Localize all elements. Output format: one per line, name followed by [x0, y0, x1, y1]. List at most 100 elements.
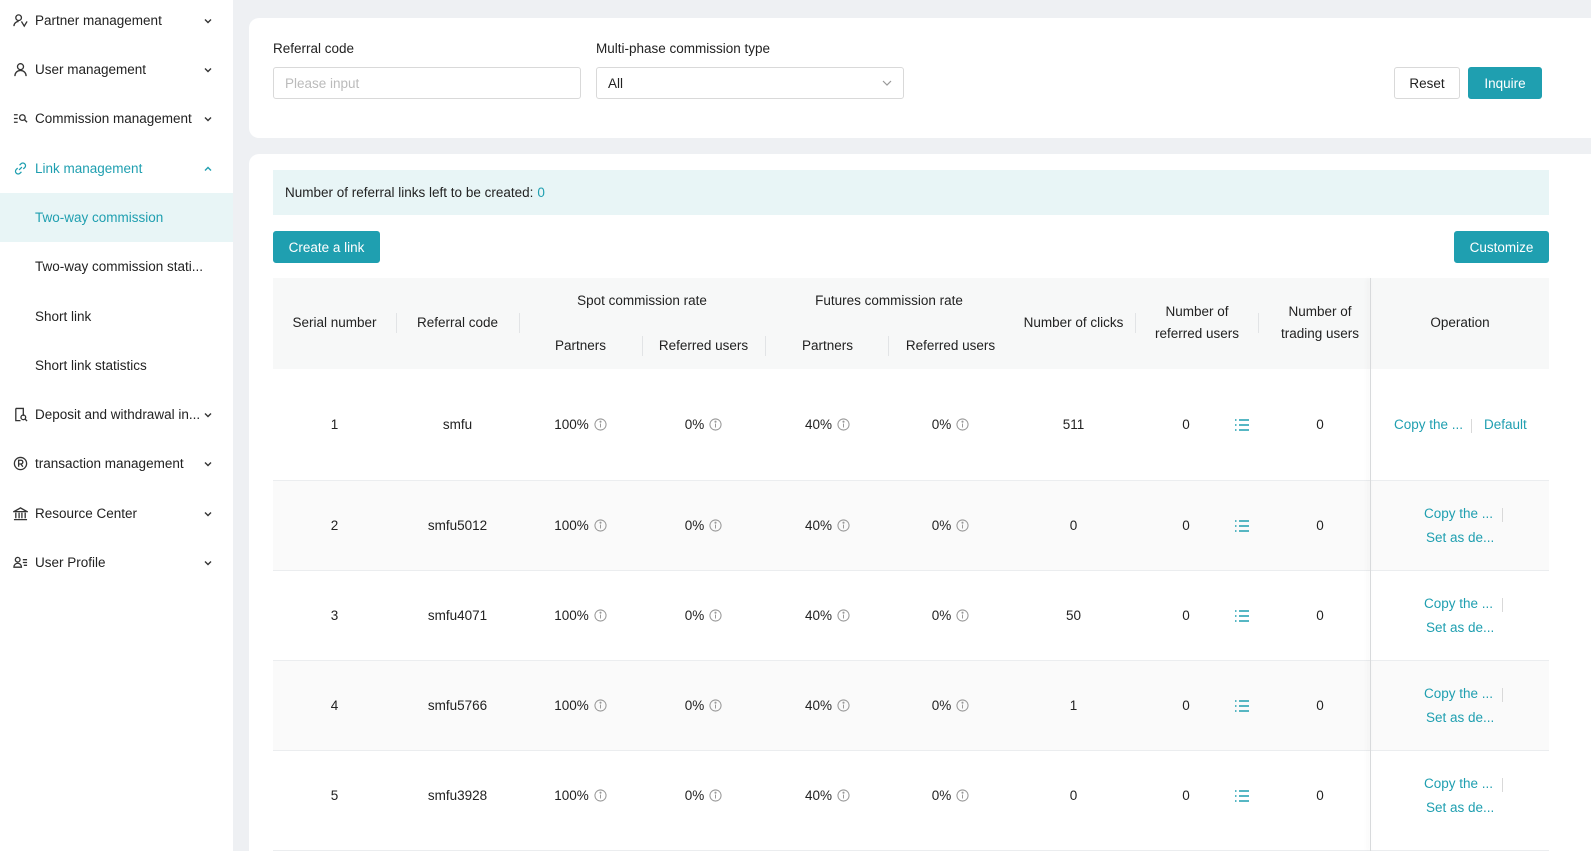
- create-link-button[interactable]: Create a link: [273, 231, 380, 263]
- sidebar-item-label: Commission management: [35, 111, 192, 126]
- sidebar-item-partner-management[interactable]: Partner management: [0, 0, 233, 45]
- futures-partners-rate-cell: 40%: [766, 788, 889, 803]
- operation-divider: [1502, 688, 1503, 702]
- user-icon: [12, 62, 28, 78]
- info-icon[interactable]: [837, 418, 850, 431]
- spot-referred-rate-value: 0%: [684, 608, 705, 623]
- header-futures-commission-rate: Futures commission rate: [815, 293, 963, 308]
- info-icon[interactable]: [594, 699, 607, 712]
- sidebar-subitem-label: Short link statistics: [35, 358, 147, 373]
- referred-users-cell: 0: [1182, 698, 1190, 713]
- sidebar-item-label: Link management: [35, 161, 143, 176]
- futures-partners-rate-value: 40%: [804, 417, 833, 432]
- spot-referred-rate-value: 0%: [684, 698, 705, 713]
- header-operation: Operation: [1430, 315, 1490, 330]
- serial-number-cell: 2: [330, 518, 339, 533]
- futures-partners-rate-cell: 40%: [766, 608, 889, 623]
- futures-referred-rate-value: 0%: [931, 698, 952, 713]
- table-row: 2 smfu5012 100% 0% 40% 0% 0 0 0 Copy the ... Set a…: [273, 481, 1549, 571]
- info-icon[interactable]: [837, 789, 850, 802]
- sidebar-item-deposit-withdrawal[interactable]: Deposit and withdrawal in...: [0, 390, 233, 439]
- sidebar-item-user-management[interactable]: User management: [0, 45, 233, 94]
- sidebar-subitem-short-link-statistics[interactable]: Short link statistics: [0, 341, 233, 390]
- reset-button[interactable]: Reset: [1394, 67, 1460, 99]
- info-icon[interactable]: [594, 519, 607, 532]
- operation-divider: [1471, 419, 1472, 433]
- info-icon[interactable]: [837, 609, 850, 622]
- info-icon[interactable]: [956, 609, 969, 622]
- sidebar-item-link-management[interactable]: Link management: [0, 144, 233, 193]
- futures-partners-rate-cell: 40%: [766, 698, 889, 713]
- referred-users-cell: 0: [1182, 518, 1190, 533]
- referral-code-input[interactable]: [273, 67, 581, 99]
- sidebar-subitem-label: Two-way commission stati...: [35, 259, 204, 274]
- info-icon[interactable]: [594, 789, 607, 802]
- sidebar-subitem-two-way-commission[interactable]: Two-way commission: [0, 193, 233, 242]
- spot-partners-rate-value: 100%: [554, 788, 589, 803]
- operation-divider: [1502, 778, 1503, 792]
- sidebar-item-user-profile[interactable]: User Profile: [0, 538, 233, 587]
- serial-number-cell: 1: [330, 417, 339, 432]
- info-icon[interactable]: [956, 699, 969, 712]
- serial-number-cell: 5: [330, 788, 339, 803]
- list-icon[interactable]: [1234, 418, 1250, 432]
- clicks-cell: 0: [1069, 518, 1078, 533]
- list-icon[interactable]: [1234, 699, 1250, 713]
- set-as-default-button[interactable]: Set as de...: [1426, 530, 1494, 545]
- spot-referred-rate-cell: 0%: [642, 788, 765, 803]
- info-icon[interactable]: [594, 609, 607, 622]
- set-as-default-button[interactable]: Set as de...: [1426, 620, 1494, 635]
- referral-code-label: Referral code: [273, 41, 355, 56]
- commission-type-select[interactable]: All: [596, 67, 904, 99]
- table-row: 4 smfu5766 100% 0% 40% 0% 1 0 0 Copy the ... Set a…: [273, 661, 1549, 751]
- list-icon[interactable]: [1234, 609, 1250, 623]
- sidebar-subitem-two-way-commission-statistics[interactable]: Two-way commission stati...: [0, 242, 233, 291]
- info-icon[interactable]: [709, 519, 722, 532]
- serial-number-cell: 3: [330, 608, 339, 623]
- header-number-of-trading-users: Number of trading users: [1280, 304, 1360, 341]
- copy-link-button[interactable]: Copy the ...: [1394, 417, 1463, 432]
- copy-link-button[interactable]: Copy the ...: [1424, 506, 1493, 521]
- info-icon[interactable]: [956, 519, 969, 532]
- header-number-of-clicks: Number of clicks: [1023, 315, 1124, 330]
- table-row: 1 smfu 100% 0% 40% 0% 511 0 0 Copy the ... Default: [273, 369, 1549, 481]
- header-spot-commission-rate: Spot commission rate: [577, 293, 707, 308]
- inquire-button[interactable]: Inquire: [1468, 67, 1542, 99]
- info-icon[interactable]: [594, 418, 607, 431]
- set-as-default-button[interactable]: Set as de...: [1426, 800, 1494, 815]
- list-icon[interactable]: [1234, 519, 1250, 533]
- profile-icon: [12, 555, 28, 571]
- info-icon[interactable]: [709, 609, 722, 622]
- info-icon[interactable]: [709, 699, 722, 712]
- list-icon[interactable]: [1234, 789, 1250, 803]
- chevron-down-icon: [202, 113, 214, 125]
- chevron-down-icon: [202, 508, 214, 520]
- spot-partners-rate-cell: 100%: [519, 698, 642, 713]
- futures-referred-rate-cell: 0%: [889, 518, 1012, 533]
- info-icon[interactable]: [956, 789, 969, 802]
- info-icon[interactable]: [709, 789, 722, 802]
- links-remaining-count: 0: [537, 185, 545, 200]
- copy-link-button[interactable]: Copy the ...: [1424, 596, 1493, 611]
- spot-partners-rate-value: 100%: [554, 417, 589, 432]
- info-icon[interactable]: [956, 418, 969, 431]
- futures-partners-rate-value: 40%: [804, 608, 833, 623]
- links-remaining-banner: Number of referral links left to be crea…: [273, 170, 1549, 215]
- info-icon[interactable]: [837, 519, 850, 532]
- spot-referred-rate-cell: 0%: [642, 608, 765, 623]
- sidebar-item-transaction-management[interactable]: transaction management: [0, 439, 233, 488]
- info-icon[interactable]: [837, 699, 850, 712]
- sidebar-item-label: Deposit and withdrawal in...: [35, 407, 201, 422]
- set-as-default-button[interactable]: Set as de...: [1426, 710, 1494, 725]
- info-icon[interactable]: [709, 418, 722, 431]
- sidebar-subitem-short-link[interactable]: Short link: [0, 292, 233, 341]
- spot-partners-rate-value: 100%: [554, 518, 589, 533]
- copy-link-button[interactable]: Copy the ...: [1424, 686, 1493, 701]
- sidebar-item-resource-center[interactable]: Resource Center: [0, 489, 233, 538]
- copy-link-button[interactable]: Copy the ...: [1424, 776, 1493, 791]
- customize-button[interactable]: Customize: [1454, 231, 1549, 263]
- sidebar-item-commission-management[interactable]: Commission management: [0, 94, 233, 143]
- futures-partners-rate-value: 40%: [804, 698, 833, 713]
- commission-type-label: Multi-phase commission type: [596, 41, 771, 56]
- sidebar-subitem-label: Short link: [35, 309, 92, 324]
